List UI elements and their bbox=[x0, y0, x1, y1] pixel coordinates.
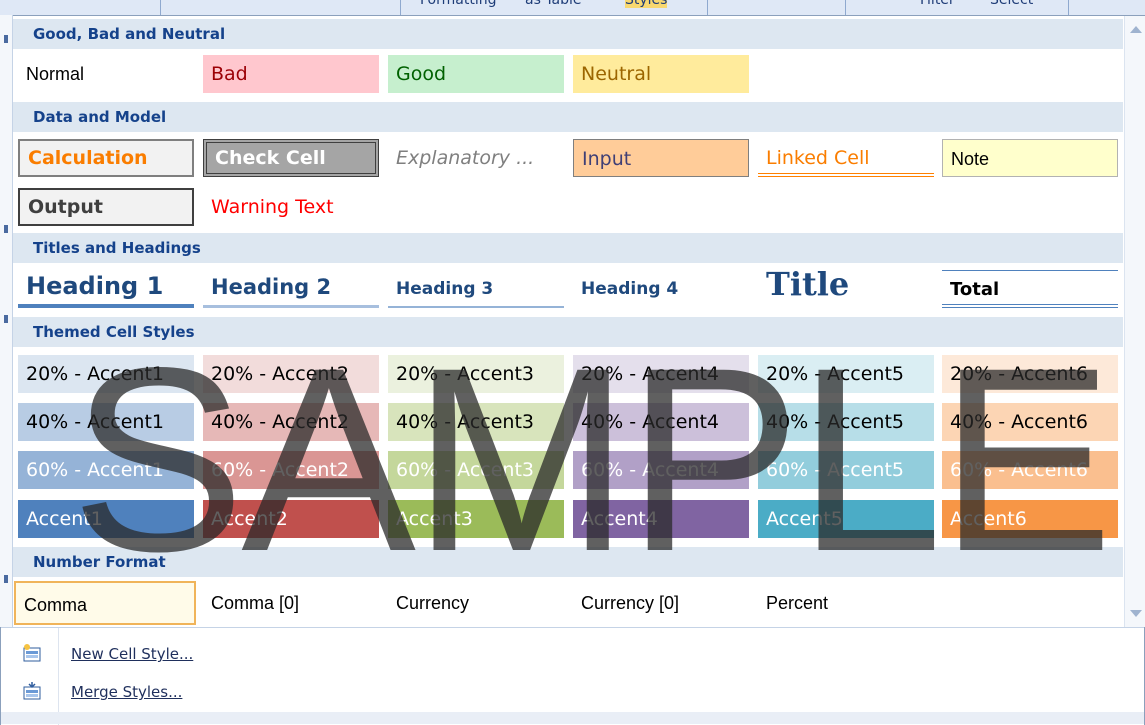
style-60-accent1[interactable]: 60% - Accent1 bbox=[18, 451, 194, 489]
style-linked-cell[interactable]: Linked Cell bbox=[758, 139, 934, 177]
style-normal[interactable]: Normal bbox=[18, 55, 194, 93]
ribbon-label: as Table bbox=[525, 0, 582, 8]
ribbon-label[interactable]: Styles bbox=[625, 0, 668, 8]
ribbon-divider bbox=[160, 0, 161, 15]
edge-mark bbox=[4, 225, 8, 233]
style-good[interactable]: Good bbox=[388, 55, 564, 93]
ribbon-partial: Formatting as Table Styles Filter Select bbox=[0, 0, 1145, 15]
style-warning-text[interactable]: Warning Text bbox=[203, 188, 379, 226]
style-40-accent2[interactable]: 40% - Accent2 bbox=[203, 403, 379, 441]
style-output[interactable]: Output bbox=[18, 188, 194, 226]
style-accent4[interactable]: Accent4 bbox=[573, 500, 749, 538]
ribbon-divider bbox=[707, 0, 708, 15]
style-20-accent3[interactable]: 20% - Accent3 bbox=[388, 355, 564, 393]
style-accent2[interactable]: Accent2 bbox=[203, 500, 379, 538]
style-note[interactable]: Note bbox=[942, 139, 1118, 177]
style-20-accent5[interactable]: 20% - Accent5 bbox=[758, 355, 934, 393]
style-40-accent4[interactable]: 40% - Accent4 bbox=[573, 403, 749, 441]
edge-mark bbox=[4, 315, 8, 323]
style-title[interactable]: Title bbox=[758, 262, 934, 308]
scroll-up-arrow-icon[interactable] bbox=[1130, 26, 1142, 33]
style-40-accent5[interactable]: 40% - Accent5 bbox=[758, 403, 934, 441]
style-heading-3[interactable]: Heading 3 bbox=[388, 268, 564, 308]
style-bad[interactable]: Bad bbox=[203, 55, 379, 93]
style-60-accent2[interactable]: 60% - Accent2 bbox=[203, 451, 379, 489]
style-20-accent1[interactable]: 20% - Accent1 bbox=[18, 355, 194, 393]
ribbon-label: Formatting bbox=[420, 0, 497, 8]
new-cell-style-icon bbox=[23, 644, 41, 662]
section-header-titles-headings: Titles and Headings bbox=[13, 233, 1123, 263]
style-20-accent4[interactable]: 20% - Accent4 bbox=[573, 355, 749, 393]
ribbon-divider bbox=[400, 0, 401, 15]
style-comma[interactable]: Comma bbox=[14, 581, 196, 625]
style-40-accent6[interactable]: 40% - Accent6 bbox=[942, 403, 1118, 441]
style-currency[interactable]: Currency bbox=[388, 584, 564, 622]
style-calculation[interactable]: Calculation bbox=[18, 139, 194, 177]
resize-bar[interactable] bbox=[1, 712, 1144, 724]
ribbon-divider bbox=[845, 0, 846, 15]
ribbon-label[interactable]: Select bbox=[990, 0, 1033, 8]
style-comma-0[interactable]: Comma [0] bbox=[203, 584, 379, 622]
new-cell-style-label[interactable]: New Cell Style... bbox=[71, 644, 193, 664]
section-header-number-format: Number Format bbox=[13, 547, 1123, 577]
style-accent6[interactable]: Accent6 bbox=[942, 500, 1118, 538]
style-heading-2[interactable]: Heading 2 bbox=[203, 268, 379, 308]
style-60-accent6[interactable]: 60% - Accent6 bbox=[942, 451, 1118, 489]
menu-item-merge-styles[interactable]: Merge Styles... bbox=[1, 674, 1101, 710]
style-currency-0[interactable]: Currency [0] bbox=[573, 584, 749, 622]
style-accent3[interactable]: Accent3 bbox=[388, 500, 564, 538]
style-heading-1[interactable]: Heading 1 bbox=[18, 268, 194, 308]
style-40-accent1[interactable]: 40% - Accent1 bbox=[18, 403, 194, 441]
style-explanatory[interactable]: Explanatory ... bbox=[388, 139, 564, 177]
section-header-data-model: Data and Model bbox=[13, 102, 1123, 132]
style-60-accent4[interactable]: 60% - Accent4 bbox=[573, 451, 749, 489]
style-accent1[interactable]: Accent1 bbox=[18, 500, 194, 538]
section-header-themed: Themed Cell Styles bbox=[13, 317, 1123, 347]
style-60-accent3[interactable]: 60% - Accent3 bbox=[388, 451, 564, 489]
section-header-good-bad-neutral: Good, Bad and Neutral bbox=[13, 19, 1123, 49]
gallery-menu: New Cell Style... Merge Styles... bbox=[1, 627, 1144, 725]
style-20-accent2[interactable]: 20% - Accent2 bbox=[203, 355, 379, 393]
menu-item-new-cell-style[interactable]: New Cell Style... bbox=[1, 636, 1101, 672]
style-check-cell[interactable]: Check Cell bbox=[203, 139, 379, 177]
style-heading-4[interactable]: Heading 4 bbox=[573, 268, 749, 308]
style-percent[interactable]: Percent bbox=[758, 584, 934, 622]
style-neutral[interactable]: Neutral bbox=[573, 55, 749, 93]
style-input[interactable]: Input bbox=[573, 139, 749, 177]
style-40-accent3[interactable]: 40% - Accent3 bbox=[388, 403, 564, 441]
ribbon-divider bbox=[1068, 0, 1069, 15]
style-accent5[interactable]: Accent5 bbox=[758, 500, 934, 538]
edge-mark bbox=[4, 35, 8, 43]
merge-styles-icon bbox=[23, 682, 41, 700]
style-total[interactable]: Total bbox=[942, 270, 1118, 308]
merge-styles-label[interactable]: Merge Styles... bbox=[71, 682, 182, 702]
sheet-edge bbox=[0, 15, 13, 627]
ribbon-label[interactable]: Filter bbox=[920, 0, 955, 8]
gallery-scrollbar[interactable] bbox=[1124, 16, 1145, 627]
scroll-down-arrow-icon[interactable] bbox=[1130, 610, 1142, 617]
style-20-accent6[interactable]: 20% - Accent6 bbox=[942, 355, 1118, 393]
style-60-accent5[interactable]: 60% - Accent5 bbox=[758, 451, 934, 489]
edge-mark bbox=[4, 575, 8, 583]
